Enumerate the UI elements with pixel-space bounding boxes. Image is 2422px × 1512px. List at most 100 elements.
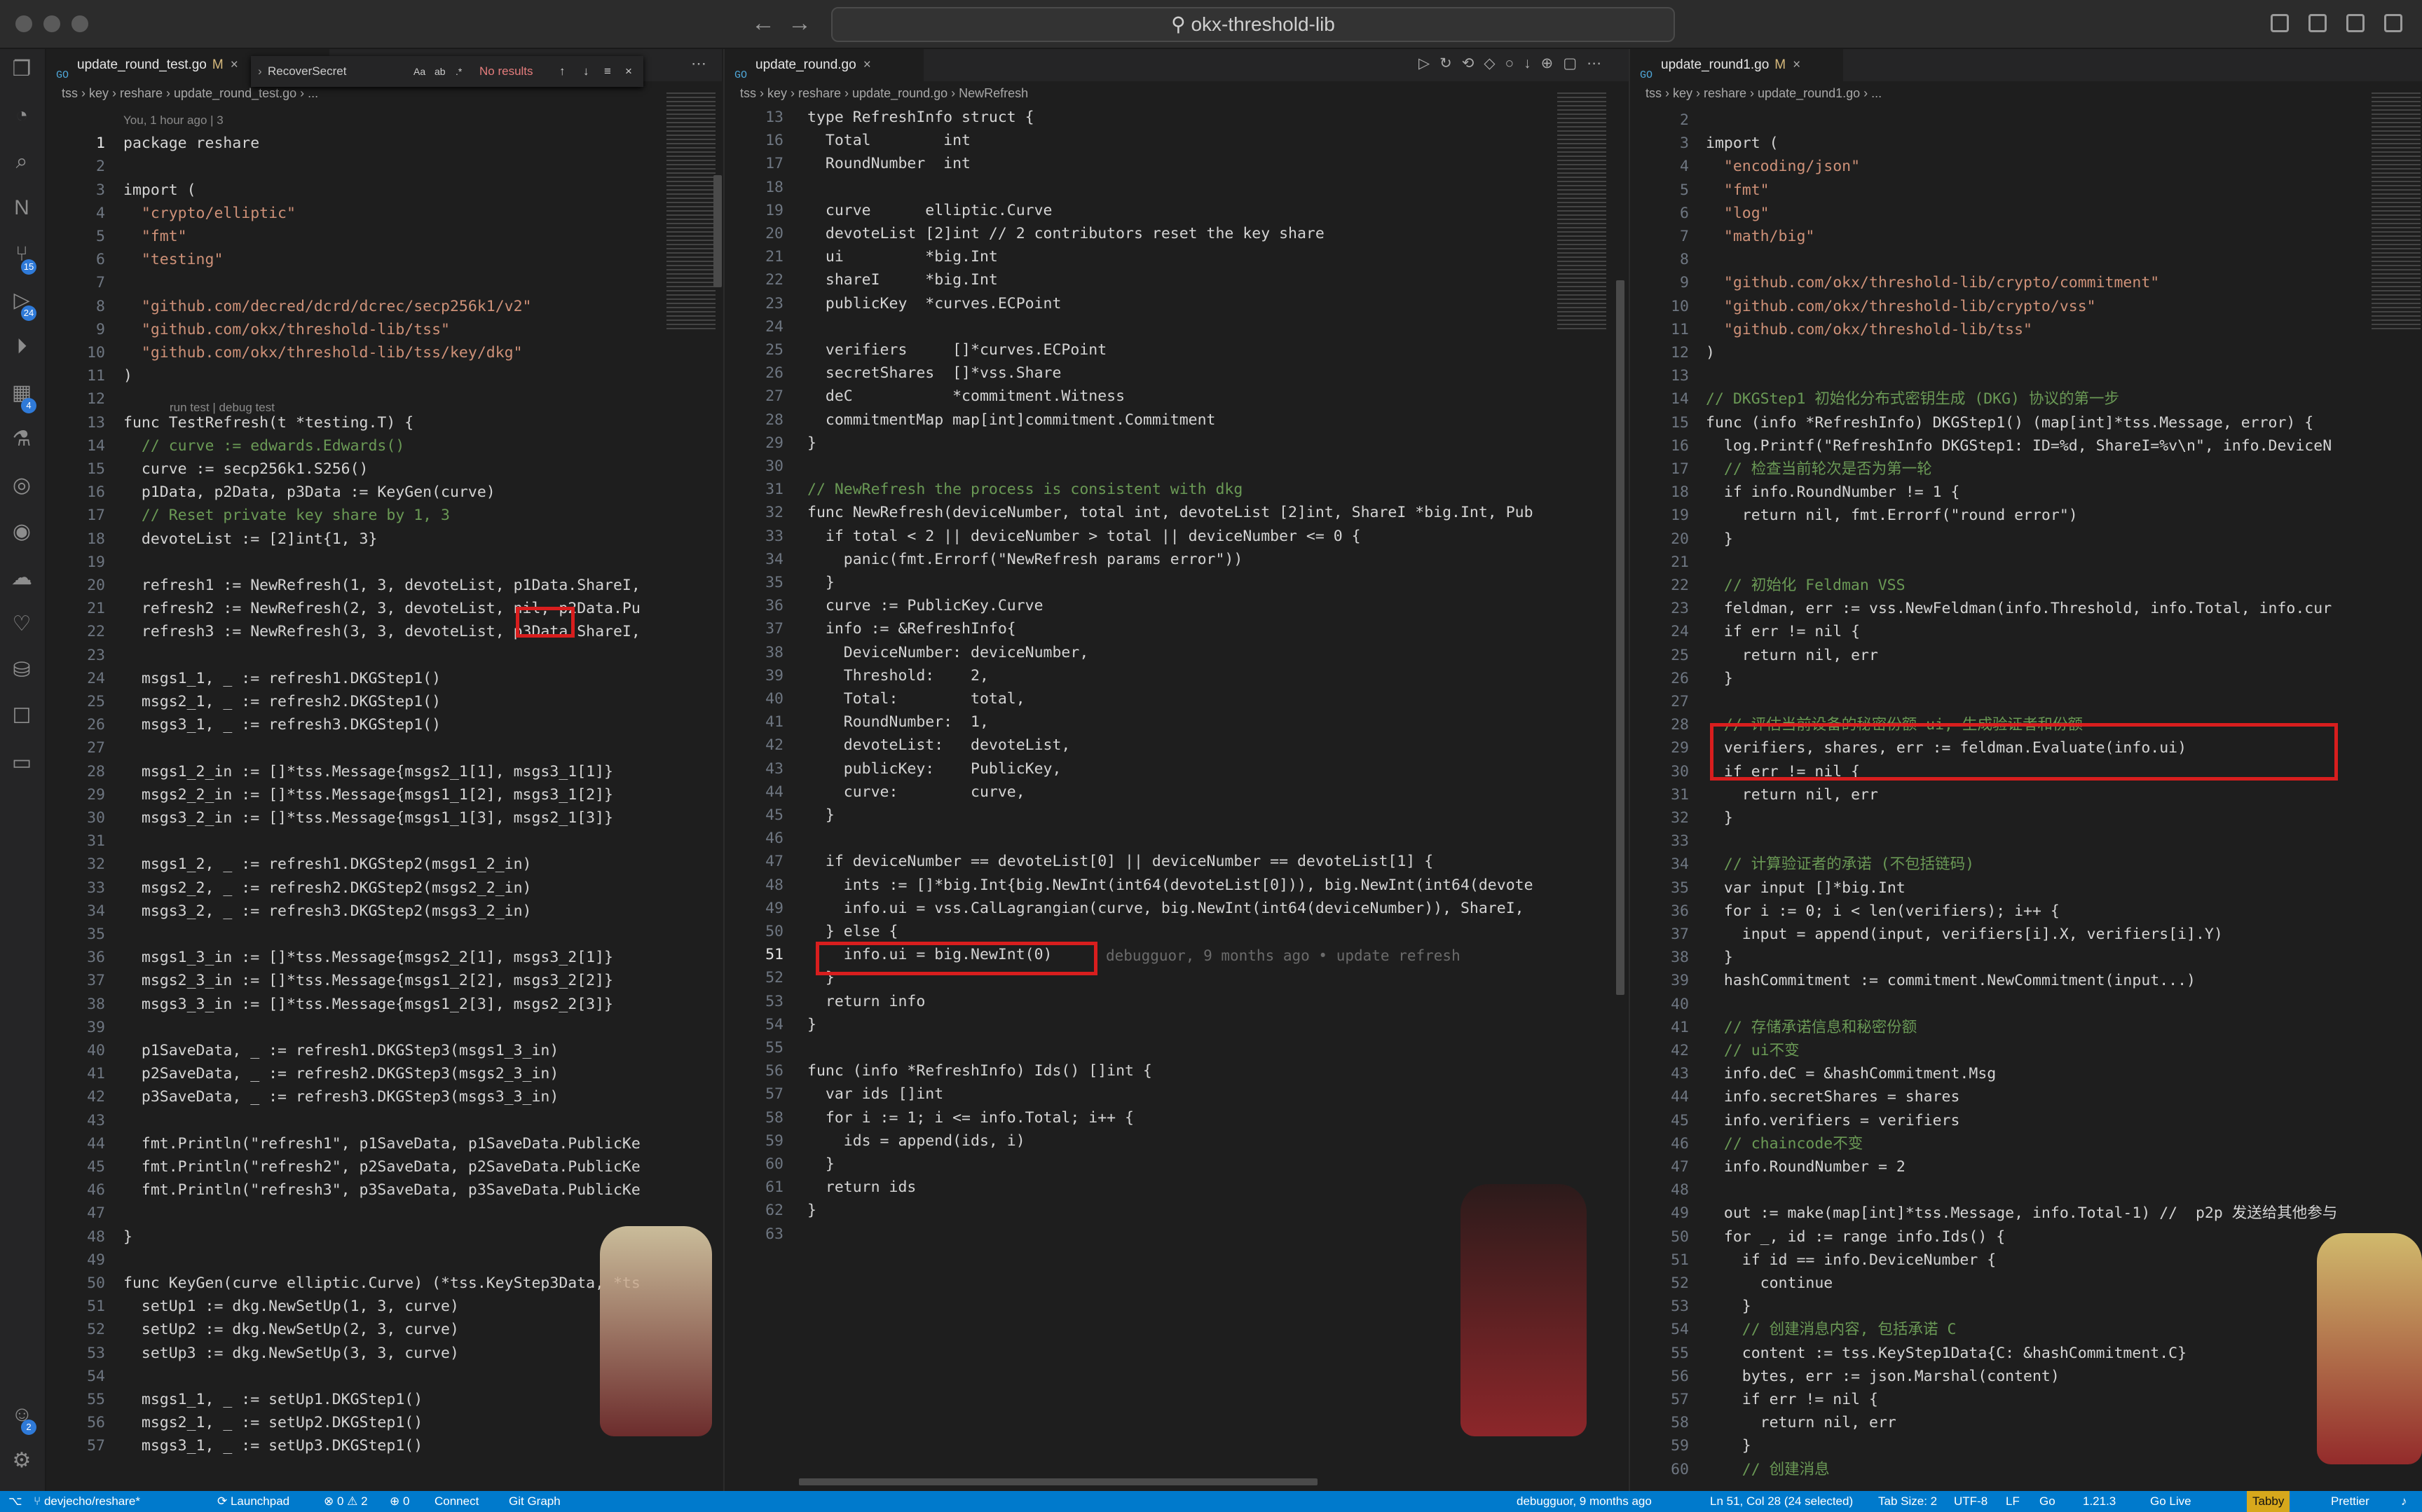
scrollbar[interactable] — [713, 175, 722, 287]
favorites-icon[interactable]: ♡ — [11, 614, 32, 635]
code-line[interactable]: 40 p1SaveData, _ := refresh1.DKGStep3(ms… — [46, 1039, 722, 1062]
code-line[interactable]: 20 refresh1 := NewRefresh(1, 3, devoteLi… — [46, 574, 722, 597]
match-word-icon[interactable]: ab — [435, 56, 446, 87]
go-version[interactable]: 1.21.3 — [2083, 1491, 2116, 1512]
toggle-replace-icon[interactable]: › — [258, 56, 262, 87]
code-line[interactable]: 25 msgs2_1, _ := refresh2.DKGStep1() — [46, 690, 722, 713]
code-line[interactable]: 7 "math/big" — [1630, 225, 2422, 248]
code-line[interactable]: 42 devoteList: devoteList, — [725, 734, 1629, 757]
code-line[interactable]: 26 msgs3_1, _ := refresh3.DKGStep1() — [46, 713, 722, 736]
code-line[interactable]: 56 bytes, err := json.Marshal(content) — [1630, 1365, 2422, 1388]
git-graph-icon[interactable]: ◎ — [11, 475, 32, 496]
maximize-window-button[interactable] — [71, 15, 88, 32]
code-line[interactable]: 17 // 检查当前轮次是否为第一轮 — [1630, 458, 2422, 481]
code-line[interactable]: 18 — [725, 176, 1629, 199]
code-line[interactable]: 46 fmt.Println("refresh3", p3SaveData, p… — [46, 1178, 722, 1202]
code-line[interactable]: 45 fmt.Println("refresh2", p2SaveData, p… — [46, 1155, 722, 1178]
tab-update-round1[interactable]: GO update_round1.go M × — [1630, 49, 1843, 81]
source-control-timeline-icon[interactable]: ◔ — [11, 105, 32, 126]
code-line[interactable]: 20 } — [1630, 528, 2422, 551]
code-line[interactable]: 32 func NewRefresh(deviceNumber, total in… — [725, 501, 1629, 524]
minimap[interactable] — [666, 92, 716, 331]
code-line[interactable]: 24 msgs1_1, _ := refresh1.DKGStep1() — [46, 667, 722, 690]
code-line[interactable]: 49 out := make(map[int]*tss.Message, inf… — [1630, 1202, 2422, 1225]
explorer-icon[interactable]: ❐ — [11, 59, 32, 80]
code-line[interactable]: 44 info.secretShares = shares — [1630, 1085, 2422, 1108]
customize-layout-icon[interactable] — [2384, 14, 2402, 32]
code-line[interactable]: 22 shareI *big.Int — [725, 268, 1629, 291]
git-blame-status[interactable]: debugguor, 9 months ago — [1517, 1491, 1652, 1512]
tab-update-round[interactable]: GO update_round.go × — [725, 49, 924, 81]
code-line[interactable]: 23 — [46, 644, 722, 667]
ports-status[interactable]: ⊕ 0 — [390, 1491, 409, 1512]
launchpad-status[interactable]: ⟳ Launchpad — [217, 1491, 289, 1512]
breadcrumb[interactable]: tss › key › reshare › update_round.go › … — [725, 81, 1629, 105]
code-line[interactable]: 42 p3SaveData, _ := refresh3.DKGStep3(ms… — [46, 1085, 722, 1108]
code-line[interactable]: 38 DeviceNumber: deviceNumber, — [725, 641, 1629, 664]
toggle-sidebar-icon[interactable] — [2271, 14, 2289, 32]
code-line[interactable]: 36 curve := PublicKey.Curve — [725, 594, 1629, 617]
code-line[interactable]: 45 info.verifiers = verifiers — [1630, 1109, 2422, 1132]
code-line[interactable]: 3 import ( — [46, 179, 722, 202]
settings-gear-icon[interactable]: ⚙ — [11, 1450, 32, 1471]
code-line[interactable]: 47 if deviceNumber == devoteList[0] || d… — [725, 850, 1629, 873]
code-line[interactable]: 56 func (info *RefreshInfo) Ids() []int { — [725, 1059, 1629, 1083]
code-line[interactable]: 14 // curve := edwards.Edwards() — [46, 434, 722, 458]
code-line[interactable]: 12 — [46, 387, 722, 411]
code-line[interactable]: 5 "fmt" — [46, 225, 722, 248]
n2-extension-icon[interactable]: N — [11, 198, 32, 219]
code-line[interactable]: 8 — [1630, 248, 2422, 271]
previous-match-icon[interactable]: ↑ — [559, 56, 566, 87]
horizontal-scrollbar[interactable] — [799, 1478, 1318, 1485]
code-line[interactable]: 19 return nil, fmt.Errorf("round error") — [1630, 504, 2422, 527]
match-case-icon[interactable]: Aa — [413, 56, 425, 87]
run-icon[interactable]: ⏵ — [11, 336, 32, 357]
code-line[interactable]: You, 1 hour ago | 3 — [46, 109, 722, 132]
code-line[interactable]: 42 // ui不变 — [1630, 1039, 2422, 1062]
code-line[interactable]: 26 } — [1630, 667, 2422, 690]
connect-status[interactable]: Connect — [435, 1491, 479, 1512]
code-line[interactable]: 34 msgs3_2, _ := refresh3.DKGStep2(msgs3… — [46, 900, 722, 923]
code-line[interactable]: 7 — [46, 271, 722, 294]
back-arrow-icon[interactable]: ← — [751, 10, 775, 37]
code-line[interactable]: 43 — [46, 1109, 722, 1132]
debug-toolbar[interactable]: ▷↻⟲◇○↓⊕▢⋯ — [1418, 55, 1611, 72]
code-line[interactable]: 37 info := &RefreshInfo{ — [725, 617, 1629, 640]
code-line[interactable]: 15 func (info *RefreshInfo) DKGStep1() (m… — [1630, 411, 2422, 434]
code-line[interactable]: 4 "encoding/json" — [1630, 155, 2422, 178]
close-tab-icon[interactable]: × — [1793, 57, 1800, 72]
code-line[interactable]: 8 "github.com/decred/dcrd/dcrec/secp256k… — [46, 295, 722, 318]
find-input[interactable]: RecoverSecret — [268, 56, 394, 87]
code-line[interactable]: 40 — [1630, 993, 2422, 1016]
breadcrumb[interactable]: tss › key › reshare › update_round1.go ›… — [1630, 81, 2422, 105]
git-graph-status[interactable]: Git Graph — [509, 1491, 561, 1512]
more-actions-icon[interactable]: ⋯ — [691, 55, 706, 73]
next-match-icon[interactable]: ↓ — [583, 56, 589, 87]
code-line[interactable]: 27 — [1630, 690, 2422, 713]
code-line[interactable]: 40 Total: total, — [725, 687, 1629, 710]
code-line[interactable]: 10 "github.com/okx/threshold-lib/crypto/… — [1630, 295, 2422, 318]
close-window-button[interactable] — [15, 15, 32, 32]
code-line[interactable]: 41 p2SaveData, _ := refresh2.DKGStep3(ms… — [46, 1062, 722, 1085]
code-line[interactable]: 28 commitmentMap map[int]commitment.Comm… — [725, 408, 1629, 432]
code-line[interactable]: 2 — [46, 155, 722, 178]
code-line[interactable]: 26 secretShares []*vss.Share — [725, 362, 1629, 385]
code-line[interactable]: 44 fmt.Println("refresh1", p1SaveData, p… — [46, 1132, 722, 1155]
code-line[interactable]: 38 msgs3_3_in := []*tss.Message{msgs1_2[… — [46, 993, 722, 1016]
code-line[interactable]: 53 } — [1630, 1295, 2422, 1318]
code-line[interactable]: 58 return nil, err — [1630, 1411, 2422, 1434]
code-line[interactable]: 31 return nil, err — [1630, 783, 2422, 806]
code-line[interactable]: 10 "github.com/okx/threshold-lib/tss/key… — [46, 341, 722, 364]
code-line[interactable]: 35 — [46, 923, 722, 946]
code-line[interactable]: 9 "github.com/okx/threshold-lib/crypto/c… — [1630, 271, 2422, 294]
code-line[interactable]: 4 "crypto/elliptic" — [46, 202, 722, 225]
code-line[interactable]: 45 } — [725, 804, 1629, 827]
code-line[interactable]: 47 — [46, 1202, 722, 1225]
code-line[interactable]: 31 — [46, 830, 722, 853]
remote-explorer-icon[interactable]: ◉ — [11, 521, 32, 542]
code-line[interactable]: 43 publicKey: PublicKey, — [725, 757, 1629, 781]
code-line[interactable]: 19 — [46, 551, 722, 574]
code-line[interactable]: 5 "fmt" — [1630, 179, 2422, 202]
code-line[interactable]: 55 content := tss.KeyStep1Data{C: &hashC… — [1630, 1342, 2422, 1365]
code-line[interactable]: 60 // 创建消息 — [1630, 1458, 2422, 1481]
